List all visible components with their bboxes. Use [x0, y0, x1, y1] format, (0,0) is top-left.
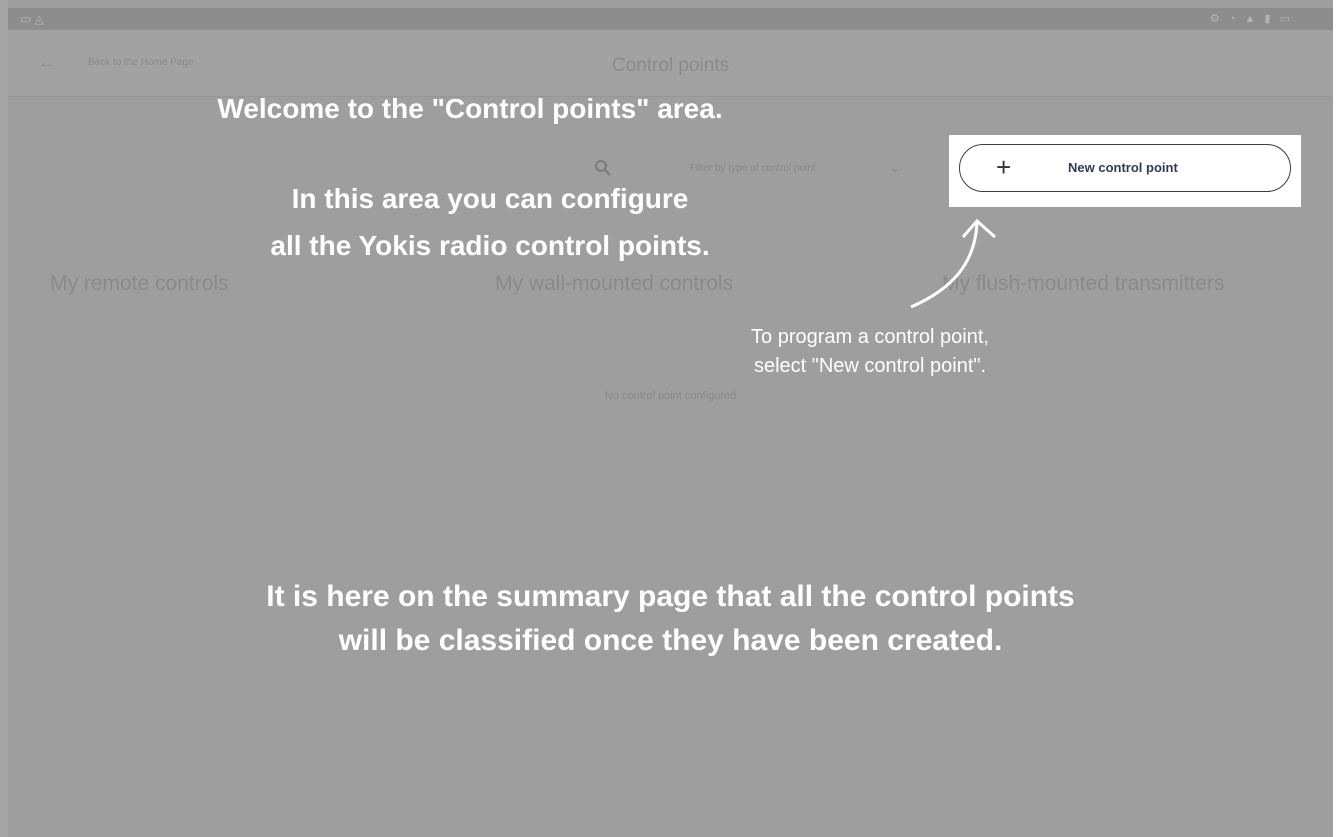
- new-control-point-button[interactable]: + New control point: [959, 144, 1291, 192]
- filter-select-label: Filter by type of control point: [690, 163, 816, 174]
- overlay-welcome-text: Welcome to the "Control points" area.: [217, 93, 723, 124]
- status-left-icons: ▭ ◬: [20, 12, 44, 26]
- filter-type-select[interactable]: Filter by type of control point ⌄: [690, 161, 910, 181]
- overlay-config-line-2: all the Yokis radio control points.: [270, 230, 710, 261]
- search-icon[interactable]: [593, 158, 613, 178]
- page-title: Control points: [611, 55, 730, 76]
- overlay-tip-line-2: select "New control point".: [753, 355, 987, 377]
- right-border: [1333, 0, 1341, 837]
- plus-icon: +: [996, 152, 1012, 182]
- app-screen: ▭ ◬ ⚙ ◔ ▲ ▮ ▭ ← Back to the Home Page Co…: [0, 0, 1341, 837]
- overlay-tip-line-1: To program a control point,: [751, 326, 989, 348]
- status-bar: ▭ ◬ ⚙ ◔ ▲ ▮ ▭: [8, 8, 1333, 30]
- left-border: [0, 0, 8, 837]
- chevron-down-icon: ⌄: [890, 161, 901, 175]
- category-remote-controls[interactable]: My remote controls: [50, 272, 229, 296]
- category-wall-mounted-controls[interactable]: My wall-mounted controls: [495, 272, 733, 296]
- status-right-icons: ⚙ ◔ ▲ ▮ ▭: [1209, 13, 1293, 25]
- new-control-point-label: New control point: [1068, 160, 1178, 175]
- overlay-summary-line-2: will be classified once they have been c…: [338, 624, 1003, 657]
- overlay-config-line-1: In this area you can configure: [291, 183, 689, 214]
- new-control-point-highlight: + New control point: [949, 135, 1301, 207]
- empty-list-message: No control point configured: [604, 390, 737, 402]
- overlay-summary-line-1: It is here on the summary page that all …: [266, 580, 1075, 613]
- tip-arrow-icon: [910, 218, 996, 309]
